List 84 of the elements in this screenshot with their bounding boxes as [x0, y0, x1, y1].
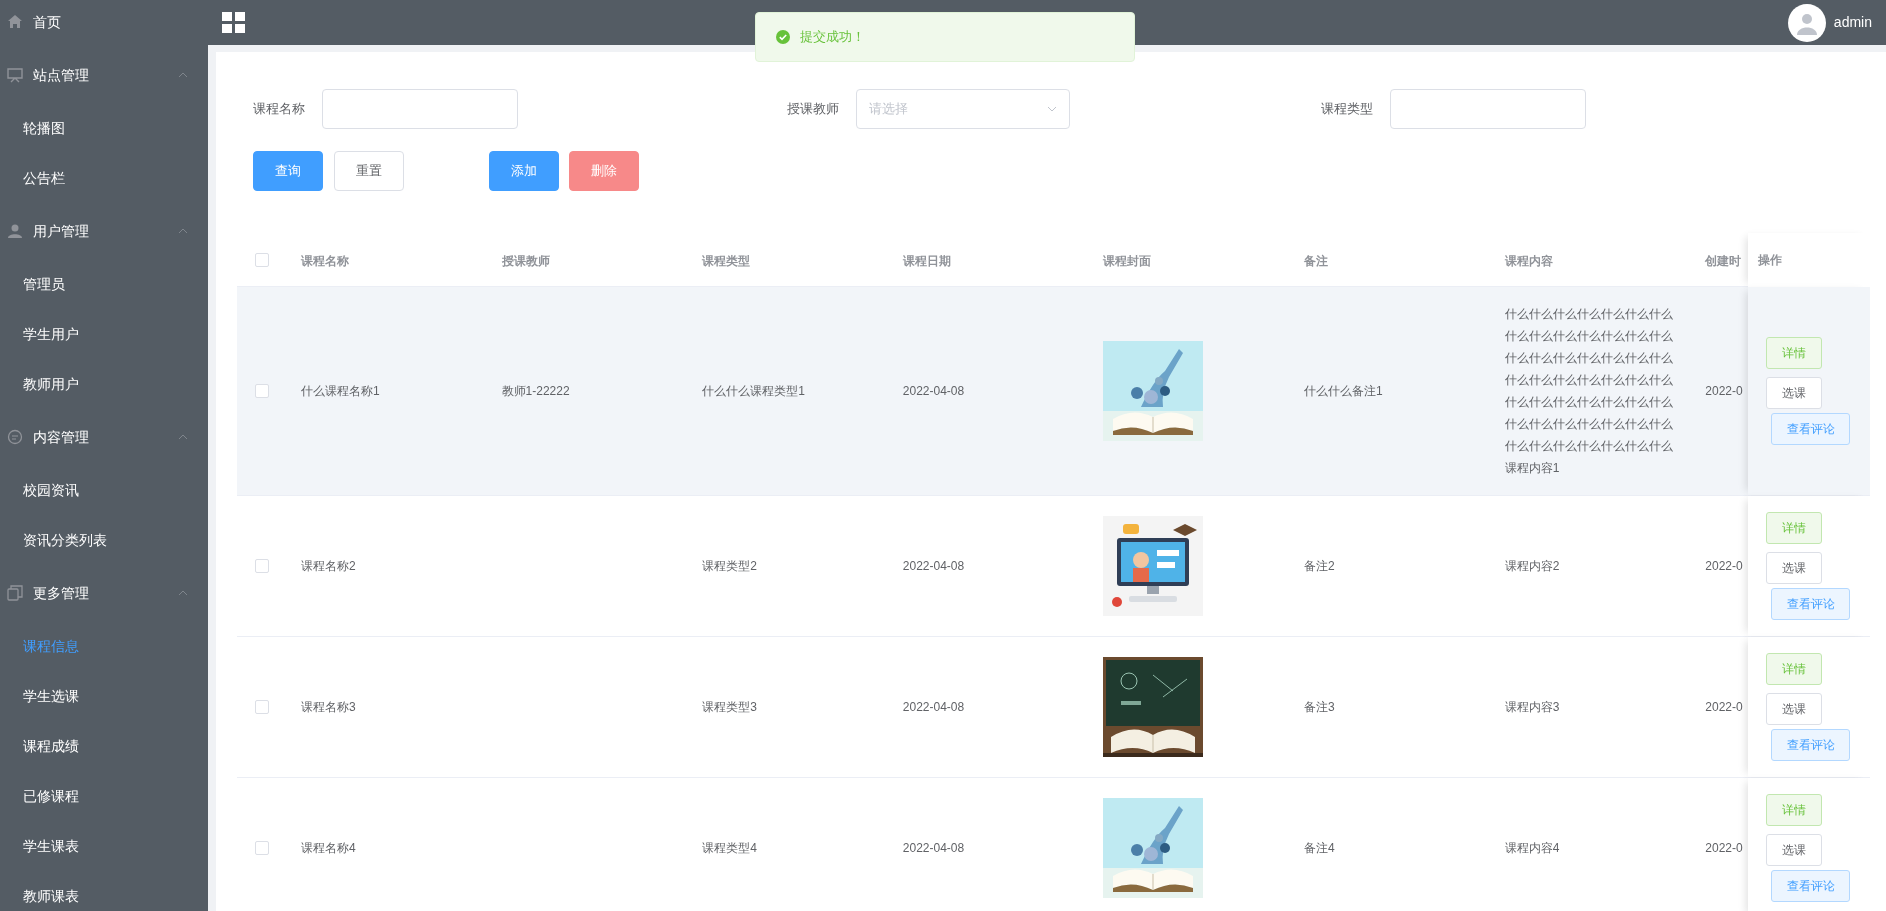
- menu-item[interactable]: 管理员: [0, 259, 208, 309]
- field-label: 授课教师: [787, 100, 840, 119]
- checkbox[interactable]: [254, 252, 269, 267]
- table-cell-text: 2022-04-08: [902, 383, 965, 400]
- table-cell-text: 课程内容2: [1504, 558, 1561, 575]
- table-cell-text: 2022-0: [1705, 699, 1743, 716]
- checkbox[interactable]: [254, 700, 269, 714]
- table-cell-text: 课程名称4: [300, 840, 356, 857]
- table-cell-text: 2022-04-08: [902, 840, 965, 857]
- table-cell-text: 什么什么备注1: [1304, 383, 1383, 400]
- menu-item[interactable]: 已修课程: [0, 771, 208, 821]
- field-label: 课程名称: [253, 100, 306, 119]
- row-action-button[interactable]: 选课: [1766, 552, 1823, 584]
- menu-item[interactable]: 首页: [0, 0, 208, 47]
- menu-group[interactable]: 更多管理: [0, 565, 208, 621]
- table-cell-text: 2022-0: [1705, 383, 1743, 400]
- table-cell-text: 课程类型3: [702, 699, 757, 716]
- menu-item[interactable]: 学生选课: [0, 671, 208, 721]
- input-field[interactable]: [322, 89, 518, 129]
- row-action-button[interactable]: 选课: [1766, 377, 1823, 409]
- table-cell-text: 什么什么什么什么什么什么什么什么什么什么什么什么什么什么什么什么什么什么什么什么什么什么什么什么什么什么什么什么什么什么什么什么什么什么什么什么什么什么什么什么什么什么什么什么什么什么什么什么什么课程内容1: [1504, 306, 1674, 477]
- table-cell-text: 什么课程名称1: [300, 383, 380, 400]
- action-button[interactable]: 重置: [334, 151, 404, 191]
- table-cell-text: 课程名称2: [300, 558, 356, 575]
- menu-item[interactable]: 学生课表: [0, 821, 208, 871]
- avatar[interactable]: [1787, 3, 1826, 42]
- menu-item[interactable]: 教师课表: [0, 871, 208, 911]
- table-cell-text: 2022-04-08: [902, 558, 965, 575]
- menu-item[interactable]: 课程成绩: [0, 721, 208, 771]
- chevron-up-icon: [178, 228, 188, 234]
- table-cell-text: 备注3: [1304, 699, 1335, 716]
- table-cell-text: 2022-0: [1705, 840, 1743, 857]
- menu-group[interactable]: 内容管理: [0, 409, 208, 465]
- monitor-icon: [7, 67, 23, 83]
- column-header: 创建时: [1705, 253, 1742, 268]
- chat-icon: [7, 429, 23, 445]
- table-cell-text: 课程内容4: [1504, 840, 1561, 857]
- menu-item[interactable]: 校园资讯: [0, 465, 208, 515]
- menu-group[interactable]: 站点管理: [0, 47, 208, 103]
- input-field[interactable]: [1390, 89, 1586, 129]
- column-header: 课程日期: [902, 253, 951, 268]
- table-row[interactable]: 什么课程名称1 教师1-22222 什么什么课程类型1 2022-04-08 什么什么备注1 什么什么什么什么什么什么什么什么什么什么什么什么什么什么什么什么什么什么什么什么什么什么什么什么什么什么什么什么什么什么什么什么什么什么什么什么什么什么什么什么什么什么什么什么什么什么什么什么什么课程内容1 2022-0 详情 选课 查看评论: [237, 287, 1870, 496]
- user-icon: [7, 223, 23, 239]
- table-row[interactable]: 课程名称2 课程类型2 2022-04-08 备注2 课程内容2 2022-0 详情 选课 查看评论: [237, 496, 1870, 637]
- column-header: 课程内容: [1504, 253, 1553, 268]
- checkbox[interactable]: [254, 559, 269, 573]
- table-row[interactable]: 课程名称3 课程类型3 2022-04-08 备注3 课程内容3 2022-0 详情 选课 查看评论: [237, 637, 1870, 778]
- check-circle-icon: [776, 30, 790, 44]
- toast-message: 提交成功！: [800, 28, 865, 47]
- table-cell-text: 课程类型4: [702, 840, 757, 857]
- column-header: 授课教师: [501, 253, 550, 268]
- table-cell-text: 2022-0: [1705, 558, 1743, 575]
- checkbox[interactable]: [254, 384, 269, 398]
- column-header: 课程名称: [300, 253, 349, 268]
- chevron-up-icon: [178, 434, 188, 440]
- column-header: 课程类型: [702, 253, 751, 268]
- table-cell-text: 什么什么课程类型1: [702, 383, 805, 400]
- menu-item[interactable]: 公告栏: [0, 153, 208, 203]
- table-cell-text: 课程名称3: [300, 699, 356, 716]
- table-cell-text: 2022-04-08: [902, 699, 965, 716]
- checkbox[interactable]: [254, 841, 269, 855]
- column-header: 备注: [1304, 253, 1329, 268]
- chevron-up-icon: [178, 590, 188, 596]
- table-cell-text: 备注2: [1304, 558, 1335, 575]
- column-header: 课程封面: [1103, 253, 1152, 268]
- chevron-up-icon: [178, 72, 188, 78]
- row-action-button[interactable]: 选课: [1766, 693, 1823, 725]
- grid-menu-icon: [222, 11, 246, 34]
- field-label: 课程类型: [1321, 100, 1374, 119]
- menu-item[interactable]: 资讯分类列表: [0, 515, 208, 565]
- column-header: 操作: [1758, 251, 1783, 269]
- copy-icon: [7, 585, 23, 601]
- menu-item[interactable]: 轮播图: [0, 103, 208, 153]
- table-cell-text: 课程内容3: [1504, 699, 1561, 716]
- menu-item[interactable]: 教师用户: [0, 359, 208, 409]
- table-cell-text: 课程类型2: [702, 558, 757, 575]
- menu-group[interactable]: 用户管理: [0, 203, 208, 259]
- table-cell-text: 备注4: [1304, 840, 1335, 857]
- menu-item[interactable]: 学生用户: [0, 309, 208, 359]
- row-action-button[interactable]: 选课: [1766, 834, 1823, 866]
- home-icon: [7, 14, 23, 30]
- user-name[interactable]: admin: [1833, 12, 1872, 33]
- table-cell-text: 教师1-22222: [501, 383, 570, 400]
- chevron-down-icon: [1047, 106, 1057, 112]
